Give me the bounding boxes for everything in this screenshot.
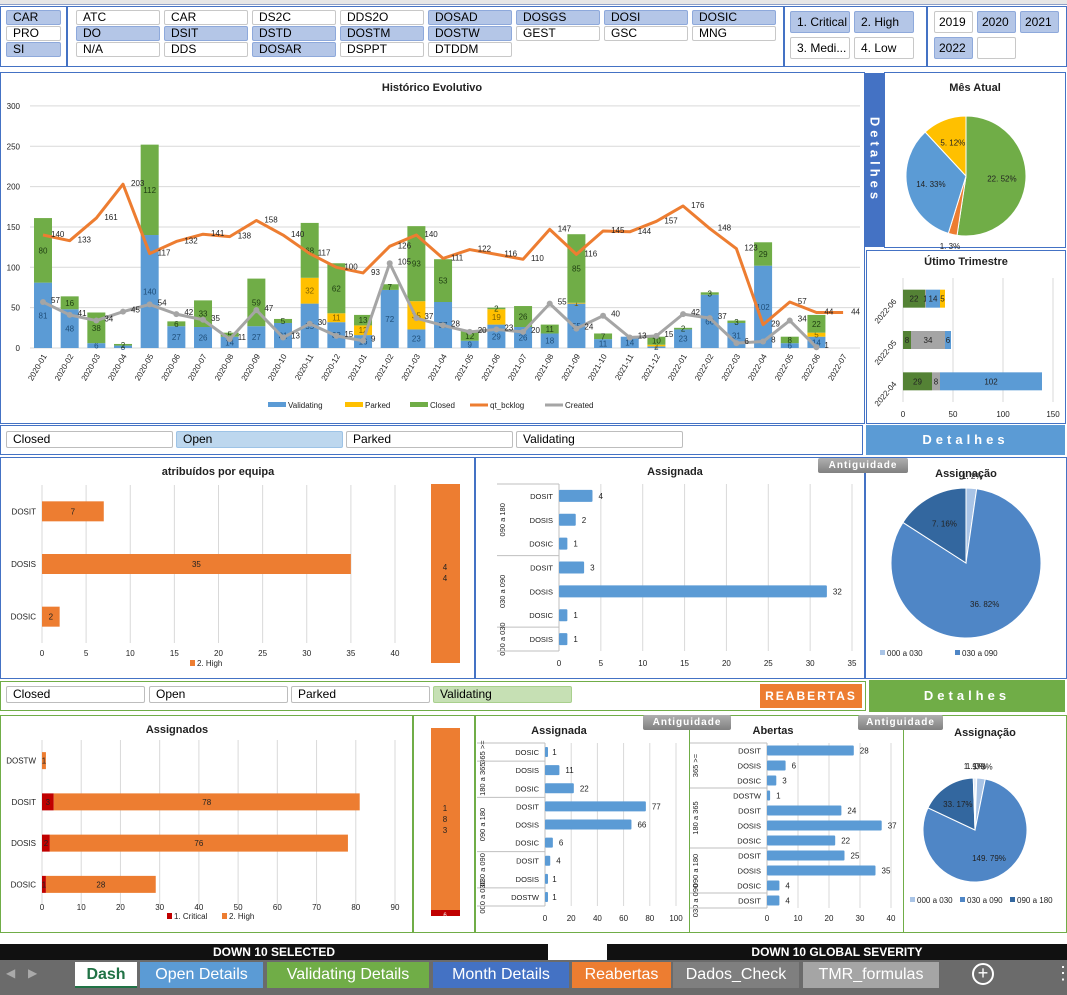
- detalhes-vertical-label: Detalhes: [867, 116, 882, 204]
- year-2020[interactable]: 2020: [977, 11, 1016, 33]
- slicer-item-atc[interactable]: ATC: [76, 10, 160, 25]
- sheet-tab-dados_check[interactable]: Dados_Check: [673, 962, 799, 988]
- add-sheet-icon[interactable]: +: [972, 963, 994, 985]
- year-2019[interactable]: 2019: [934, 11, 973, 33]
- slicer-item-dds[interactable]: DDS: [164, 42, 248, 57]
- status-filter-1: Closed Open Parked Validating: [0, 425, 863, 455]
- slicer-item-dstd[interactable]: DSTD: [252, 26, 336, 41]
- assignada-open-panel: [475, 457, 865, 679]
- sheet-tab-dash[interactable]: Dash: [75, 962, 137, 988]
- scroll-right-icon[interactable]: ▶: [28, 966, 37, 980]
- antiguidade-button-2[interactable]: Antiguidade: [643, 715, 731, 730]
- area-slicer: CAR PRO SI: [0, 6, 67, 67]
- team-slicer: ATC CAR DS2C DDS2O DOSAD DOSGS DOSI DOSIC DO DSIT…: [67, 6, 784, 67]
- toolbar-strip: [0, 0, 1067, 5]
- year-2021[interactable]: 2021: [1020, 11, 1059, 33]
- slicer-item-car[interactable]: CAR: [164, 10, 248, 25]
- severity-1[interactable]: 1. Critical: [790, 11, 850, 33]
- slicer-item-si[interactable]: SI: [6, 42, 61, 57]
- assignada-val-panel: [475, 715, 690, 933]
- slicer-item-do[interactable]: DO: [76, 26, 160, 41]
- antiguidade-button-3[interactable]: Antiguidade: [858, 715, 943, 730]
- sheet-tab-reabertas[interactable]: Reabertas: [572, 962, 671, 988]
- sheet-tab-bar: ◀ ▶ + ⋮ Dash Open Details Validating Detai…: [0, 960, 1067, 995]
- status-filter-2-closed[interactable]: Closed: [6, 686, 145, 703]
- reabertas-button[interactable]: REABERTAS: [760, 684, 862, 708]
- scroll-left-icon[interactable]: ◀: [6, 966, 15, 980]
- slicer-item-dosar[interactable]: DOSAR: [252, 42, 336, 57]
- slicer-item-dds2o[interactable]: DDS2O: [340, 10, 424, 25]
- detalhes-green-button[interactable]: Detalhes: [869, 680, 1065, 712]
- status-filter-2-parked[interactable]: Parked: [291, 686, 430, 703]
- status-filter-2-validating[interactable]: Validating: [433, 686, 572, 703]
- sheet-tab-open-details[interactable]: Open Details: [140, 962, 263, 988]
- more-options-icon[interactable]: ⋮: [1054, 963, 1067, 984]
- sheet-tab-validating-details[interactable]: Validating Details: [267, 962, 429, 988]
- status-filter-open[interactable]: Open: [176, 431, 343, 448]
- slicer-item-car[interactable]: CAR: [6, 10, 61, 25]
- slicer-item-gest[interactable]: GEST: [516, 26, 600, 41]
- sheet-tab-tmr_formulas[interactable]: TMR_formulas: [803, 962, 939, 988]
- assignados-total-panel: [413, 715, 475, 933]
- year-slicer: 2019 2020 2021 2022: [927, 6, 1067, 67]
- slicer-item-dsppt[interactable]: DSPPT: [340, 42, 424, 57]
- slicer-item-dosgs[interactable]: DOSGS: [516, 10, 600, 25]
- slicer-item-dosic[interactable]: DOSIC: [692, 10, 776, 25]
- assignacao-val-panel: [903, 715, 1067, 933]
- abertas-panel: [689, 715, 904, 933]
- atribuidos-panel: [0, 457, 475, 679]
- status-filter-2: Closed Open Parked Validating: [0, 681, 866, 711]
- slicer-item-na[interactable]: N/A: [76, 42, 160, 57]
- assignados-panel: [0, 715, 413, 933]
- year-blank[interactable]: [977, 37, 1016, 59]
- mes-atual-panel: [884, 72, 1066, 248]
- status-filter-2-open[interactable]: Open: [149, 686, 288, 703]
- year-2022[interactable]: 2022: [934, 37, 973, 59]
- slicer-item-dtddm[interactable]: DTDDM: [428, 42, 512, 57]
- slicer-item-mng[interactable]: MNG: [692, 26, 776, 41]
- detalhes-vertical-button[interactable]: Detalhes: [865, 73, 884, 247]
- status-filter-validating[interactable]: Validating: [516, 431, 683, 448]
- historico-panel: [0, 72, 865, 424]
- slicer-item-ds2c[interactable]: DS2C: [252, 10, 336, 25]
- severity-3[interactable]: 3. Medi...: [790, 37, 850, 59]
- down-10-selected-banner: DOWN 10 SELECTED: [0, 944, 548, 960]
- status-filter-closed[interactable]: Closed: [6, 431, 173, 448]
- slicer-item-gsc[interactable]: GSC: [604, 26, 688, 41]
- slicer-item-dosad[interactable]: DOSAD: [428, 10, 512, 25]
- severity-4[interactable]: 4. Low: [854, 37, 914, 59]
- detalhes-blue-button[interactable]: Detalhes: [866, 425, 1065, 455]
- severity-slicer: 1. Critical 2. High 3. Medi... 4. Low: [784, 6, 927, 67]
- slicer-item-dsit[interactable]: DSIT: [164, 26, 248, 41]
- slicer-item-dosi[interactable]: DOSI: [604, 10, 688, 25]
- antiguidade-button[interactable]: Antiguidade: [818, 458, 908, 473]
- severity-2[interactable]: 2. High: [854, 11, 914, 33]
- down-10-global-severity-banner: DOWN 10 GLOBAL SEVERITY: [607, 944, 1067, 960]
- slicer-item-dostm[interactable]: DOSTM: [340, 26, 424, 41]
- status-filter-parked[interactable]: Parked: [346, 431, 513, 448]
- assignacao-open-panel: [865, 457, 1067, 679]
- sheet-tab-month-details[interactable]: Month Details: [433, 962, 569, 988]
- slicer-item-dostw[interactable]: DOSTW: [428, 26, 512, 41]
- trimestre-panel: [866, 250, 1066, 424]
- slicer-item-pro[interactable]: PRO: [6, 26, 61, 41]
